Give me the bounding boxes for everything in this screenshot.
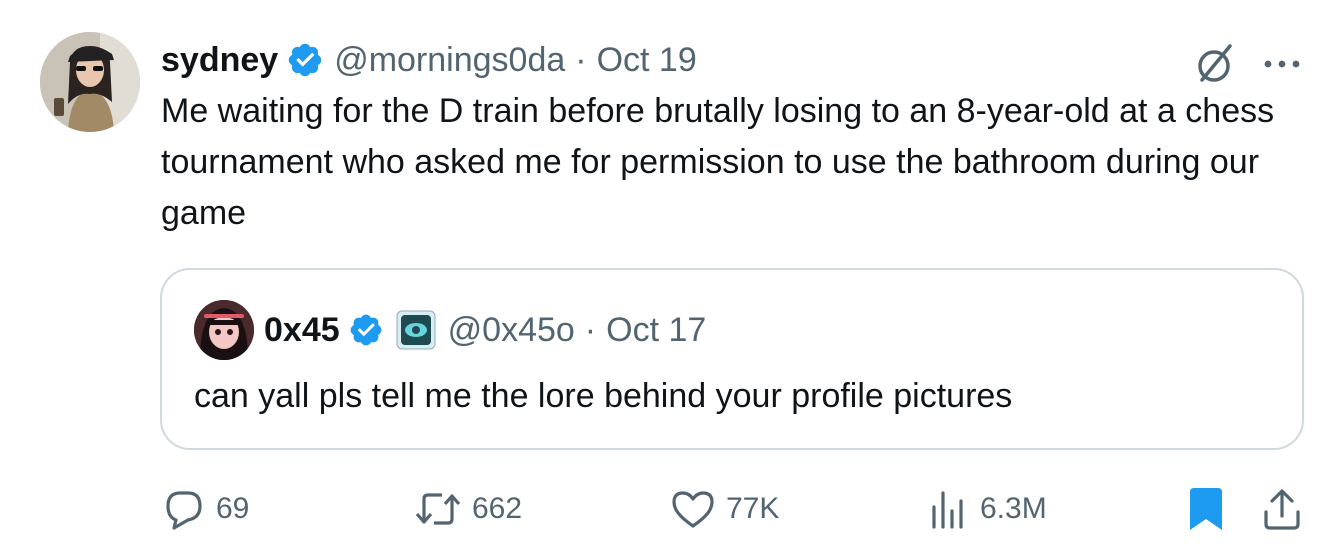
bookmark-icon xyxy=(1190,488,1222,530)
quoted-author-handle[interactable]: @0x45o xyxy=(448,311,575,350)
author-name[interactable]: sydney xyxy=(161,41,278,80)
tweet-text: Me waiting for the D train before brutal… xyxy=(161,92,1275,232)
views-bar-icon xyxy=(932,491,963,529)
reply-count: 69 xyxy=(216,492,250,525)
author-avatar[interactable] xyxy=(40,32,140,132)
repost-button[interactable]: 662 xyxy=(414,484,522,534)
like-count: 77K xyxy=(726,492,780,525)
quoted-verified-badge-icon xyxy=(350,314,382,346)
tweet-header: sydney @mornings0da · Oct 19 xyxy=(161,36,697,84)
affiliation-badge-icon[interactable] xyxy=(396,310,436,350)
reply-icon xyxy=(166,491,202,530)
views-count: 6.3M xyxy=(980,492,1047,525)
quoted-date[interactable]: Oct 17 xyxy=(606,311,706,350)
quoted-separator-dot: · xyxy=(584,310,597,349)
grok-slash-icon[interactable] xyxy=(1192,40,1240,88)
verified-badge-icon xyxy=(288,43,322,77)
heart-icon xyxy=(672,491,714,528)
like-button[interactable]: 77K xyxy=(670,484,779,534)
separator-dot: · xyxy=(575,40,587,79)
share-button[interactable] xyxy=(1260,484,1314,534)
quoted-header: 0x45 @0x45o · Oct 17 xyxy=(264,306,706,354)
quoted-text: can yall pls tell me the lore behind you… xyxy=(194,377,1013,415)
views-button[interactable]: 6.3M xyxy=(926,484,1047,534)
repost-count: 662 xyxy=(472,492,523,525)
repost-icon xyxy=(415,493,461,525)
quoted-avatar[interactable] xyxy=(194,300,254,360)
share-icon xyxy=(1264,489,1300,530)
tweet-date[interactable]: Oct 19 xyxy=(597,41,697,80)
quoted-tweet[interactable]: 0x45 @0x45o · Oct 17 can yall pls tell m… xyxy=(160,268,1304,450)
bookmark-button[interactable] xyxy=(1186,484,1236,534)
quoted-author-name[interactable]: 0x45 xyxy=(264,311,340,350)
author-handle[interactable]: @mornings0da xyxy=(334,41,565,80)
reply-button[interactable]: 69 xyxy=(162,484,249,534)
more-dots-icon[interactable] xyxy=(1258,40,1306,88)
